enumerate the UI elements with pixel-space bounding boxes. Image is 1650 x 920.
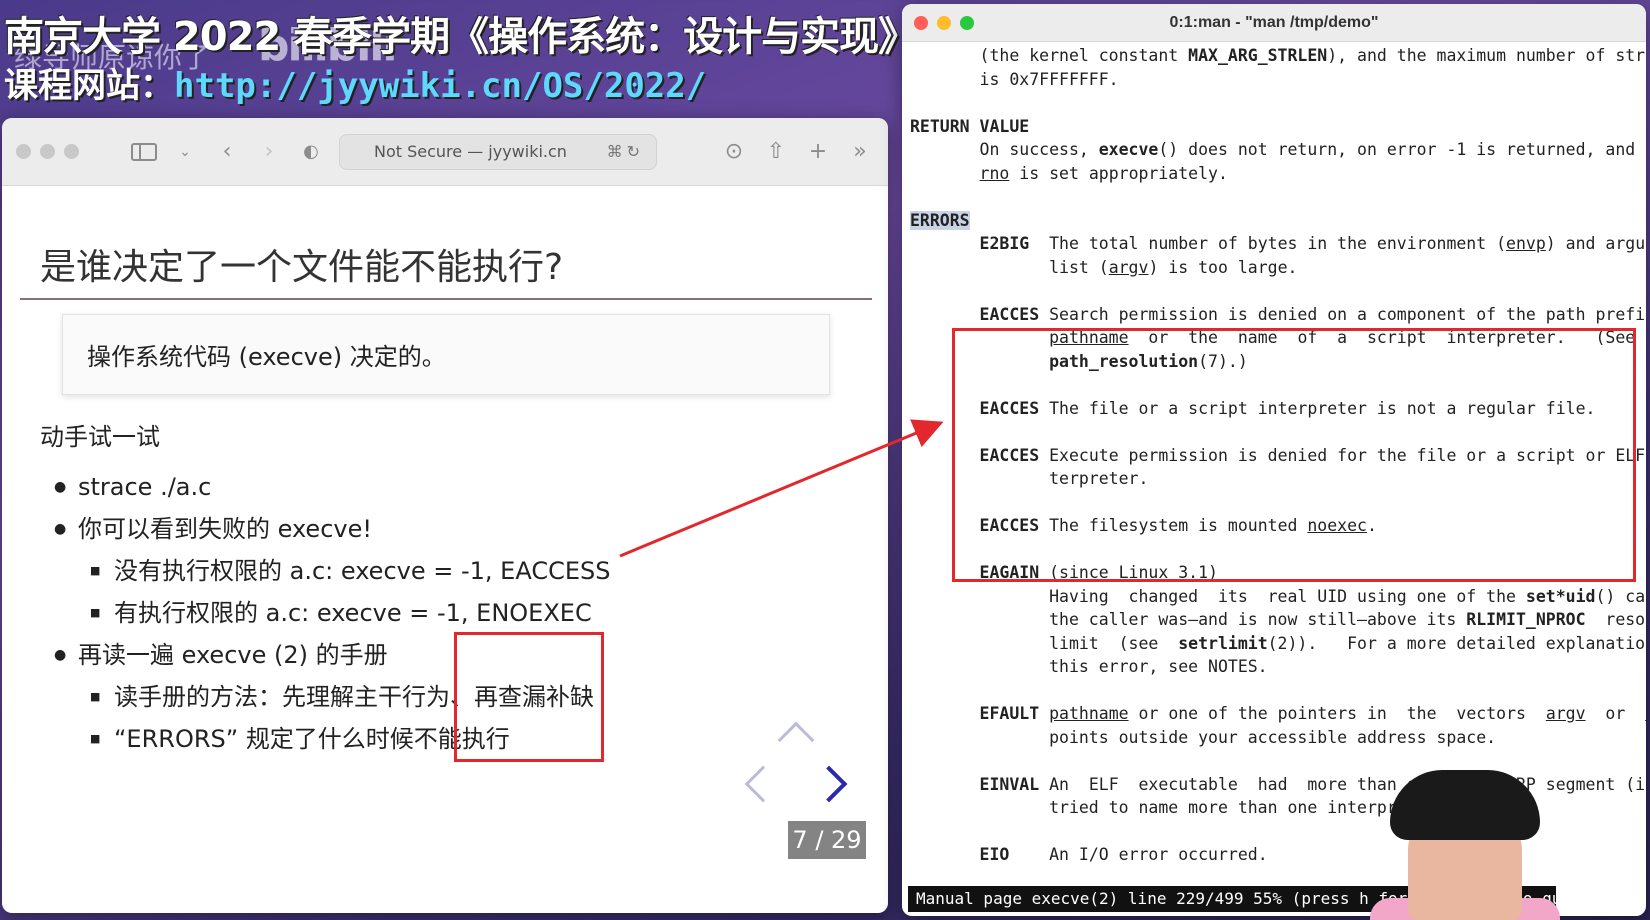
bullet-strace: strace ./a.c (54, 466, 872, 508)
slide-navigation (744, 721, 848, 827)
terminal-titlebar: 0:1:man - "man /tmp/demo" (902, 4, 1646, 42)
course-url-label: 课程网站： (4, 66, 174, 106)
new-tab-icon[interactable]: + (804, 139, 832, 164)
highlight-box-eacces (952, 328, 1636, 582)
sub-bullet-with-perm: 有执行权限的 a.c: execve = -1, ENOEXEC (90, 592, 872, 634)
close-window-button[interactable] (16, 144, 31, 159)
terminal-title: 0:1:man - "man /tmp/demo" (1169, 13, 1379, 31)
nav-up-icon[interactable] (777, 721, 815, 759)
maximize-window-button[interactable] (64, 144, 79, 159)
back-icon[interactable]: ‹ (213, 139, 241, 164)
address-bar[interactable]: Not Secure — jyywiki.cn ⌘↻ (339, 133, 657, 170)
bullet-failed-execve: 你可以看到失败的 execve! 没有执行权限的 a.c: execve = -… (54, 508, 872, 634)
translate-reload-icons[interactable]: ⌘↻ (607, 142, 644, 161)
sub-bullet-no-perm: 没有执行权限的 a.c: execve = -1, EACCESS (90, 550, 872, 592)
bullet-failed-execve-text: 你可以看到失败的 execve! (78, 515, 372, 543)
slide-heading: 是谁决定了一个文件能不能执行? (20, 218, 872, 300)
course-title: 南京大学 2022 春季学期《操作系统：设计与实现》 (4, 14, 918, 60)
window-controls[interactable] (16, 144, 79, 159)
sub-bullets-results: 没有执行权限的 a.c: execve = -1, EACCESS 有执行权限的… (90, 550, 872, 634)
presenter-webcam (1370, 770, 1560, 920)
course-url: http://jyywiki.cn/OS/2022/ (174, 66, 707, 106)
slide: 是谁决定了一个文件能不能执行? 操作系统代码 (execve) 决定的。 动手试… (20, 218, 872, 863)
browser-toolbar: ⌄ ‹ › ◐ Not Secure — jyywiki.cn ⌘↻ ⊙ ⇧ +… (2, 118, 888, 186)
man-page-content[interactable]: (the kernel constant MAX_ARG_STRLEN), an… (902, 42, 1646, 867)
forward-icon[interactable]: › (255, 139, 283, 164)
nav-left-icon[interactable] (744, 765, 782, 803)
terminal-window: 0:1:man - "man /tmp/demo" (the kernel co… (902, 4, 1646, 916)
minimize-window-button[interactable] (40, 144, 55, 159)
address-text: Not Secure — jyywiki.cn (374, 142, 567, 161)
page-indicator: 7 / 29 (788, 821, 866, 859)
browser-window: ⌄ ‹ › ◐ Not Secure — jyywiki.cn ⌘↻ ⊙ ⇧ +… (2, 118, 888, 913)
bullet-reread-manual-text: 再读一遍 execve (2) 的手册 (78, 641, 388, 669)
presenter-hair (1390, 770, 1540, 840)
download-icon[interactable]: ⊙ (720, 139, 748, 164)
sidebar-toggle-icon[interactable] (131, 142, 157, 161)
chevron-down-icon[interactable]: ⌄ (171, 144, 199, 160)
share-icon[interactable]: ⇧ (762, 139, 790, 164)
overflow-icon[interactable]: » (846, 139, 874, 164)
slide-callout: 操作系统代码 (execve) 决定的。 (62, 314, 830, 395)
nav-right-icon[interactable] (810, 765, 848, 803)
highlight-box-errors (454, 632, 604, 762)
course-url-line: 课程网站：http://jyywiki.cn/OS/2022/ (4, 58, 706, 107)
shield-icon[interactable]: ◐ (297, 141, 325, 162)
slide-subheading: 动手试一试 (40, 423, 160, 451)
